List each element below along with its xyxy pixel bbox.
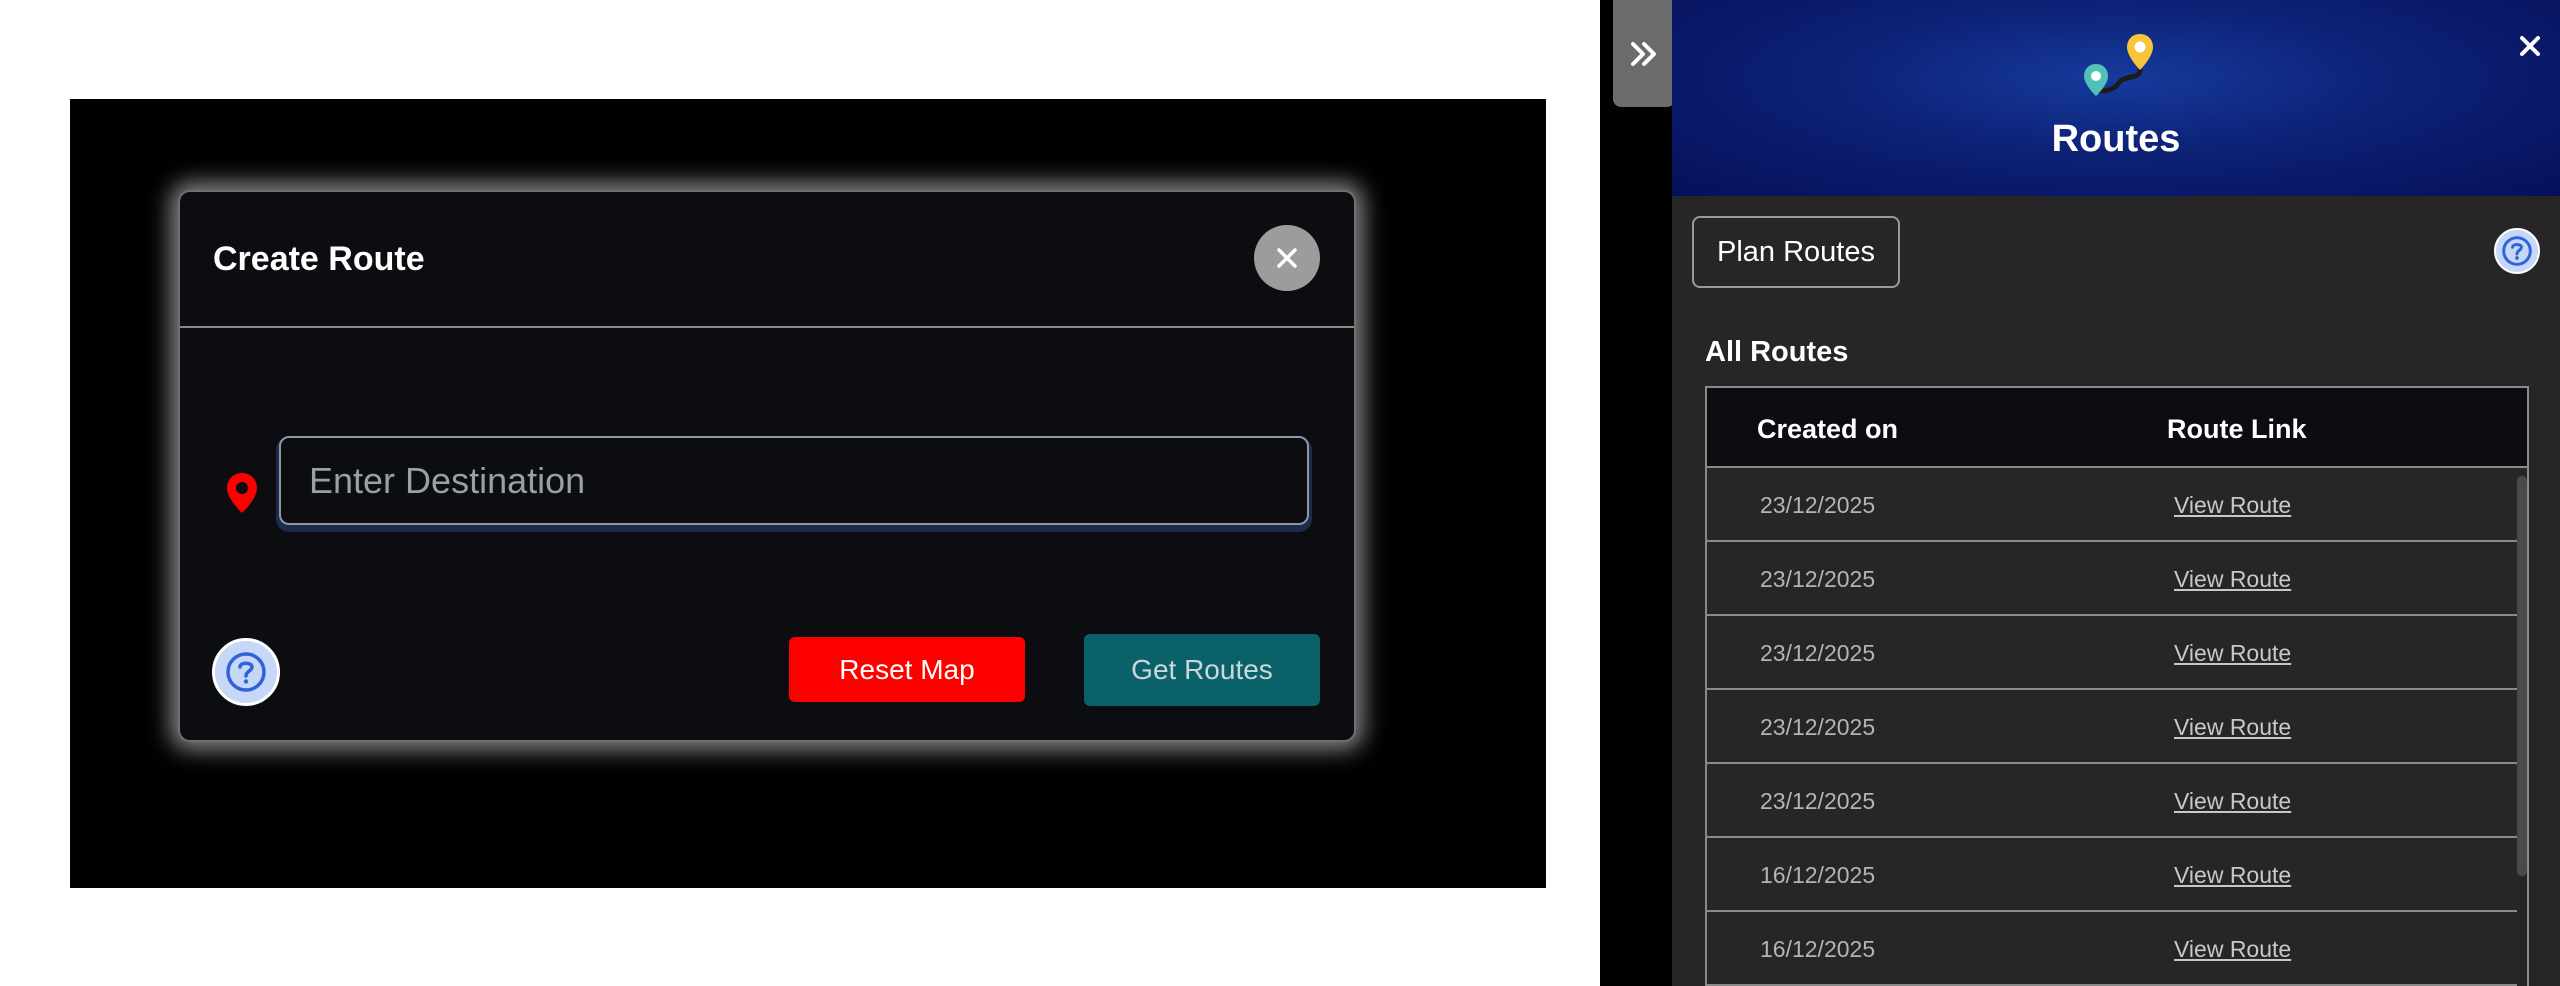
created-on-cell: 23/12/2025 <box>1760 640 1876 666</box>
table-row: 16/12/2025 View Route <box>1707 838 2517 912</box>
routes-panel: Routes Plan Routes All Routes Created on… <box>1672 0 2560 986</box>
modal-close-button[interactable] <box>1254 225 1320 291</box>
table-body: 23/12/2025 View Route 23/12/2025 View Ro… <box>1707 468 2517 986</box>
close-icon <box>2520 36 2540 56</box>
plan-routes-button[interactable]: Plan Routes <box>1692 216 1900 288</box>
created-on-cell: 16/12/2025 <box>1760 936 1876 962</box>
view-route-link[interactable]: View Route <box>2174 492 2291 519</box>
get-routes-button[interactable]: Get Routes <box>1084 634 1320 706</box>
all-routes-heading: All Routes <box>1705 336 1849 368</box>
panel-header: Routes <box>1672 0 2560 196</box>
view-route-link[interactable]: View Route <box>2174 862 2291 889</box>
modal-help-button[interactable] <box>212 638 280 706</box>
panel-toggle-button[interactable] <box>1613 0 1675 107</box>
created-on-cell: 16/12/2025 <box>1760 862 1876 888</box>
close-icon <box>1277 248 1297 268</box>
map-canvas[interactable]: Create Route Reset Map <box>70 99 1546 888</box>
table-row: 23/12/2025 View Route <box>1707 616 2517 690</box>
column-header-route-link: Route Link <box>2167 414 2307 444</box>
table-row: 23/12/2025 View Route <box>1707 690 2517 764</box>
created-on-cell: 23/12/2025 <box>1760 788 1876 814</box>
panel-close-button[interactable] <box>2510 26 2550 66</box>
reset-map-button[interactable]: Reset Map <box>789 637 1025 702</box>
view-route-link[interactable]: View Route <box>2174 566 2291 593</box>
table-header: Created on Route Link <box>1707 388 2527 468</box>
created-on-cell: 23/12/2025 <box>1760 714 1876 740</box>
route-map-pins-icon <box>2084 34 2153 96</box>
table-row: 23/12/2025 View Route <box>1707 468 2517 542</box>
view-route-link[interactable]: View Route <box>2174 714 2291 741</box>
table-row: 23/12/2025 View Route <box>1707 542 2517 616</box>
created-on-cell: 23/12/2025 <box>1760 492 1876 518</box>
view-route-link[interactable]: View Route <box>2174 788 2291 815</box>
location-pin-icon <box>227 473 257 513</box>
destination-input[interactable] <box>279 436 1309 525</box>
modal-title: Create Route <box>213 240 425 278</box>
modal-header: Create Route <box>180 192 1354 328</box>
view-route-link[interactable]: View Route <box>2174 640 2291 667</box>
question-circle-icon <box>2502 236 2532 266</box>
question-circle-icon <box>226 652 266 692</box>
table-row: 23/12/2025 View Route <box>1707 764 2517 838</box>
screen: Create Route Reset Map <box>0 0 2560 986</box>
create-route-modal: Create Route Reset Map <box>178 190 1356 742</box>
table-row: 16/12/2025 View Route <box>1707 912 2517 986</box>
double-chevron-right-icon <box>1631 41 1656 66</box>
created-on-cell: 23/12/2025 <box>1760 566 1876 592</box>
column-header-created-on: Created on <box>1757 414 1899 444</box>
view-route-link[interactable]: View Route <box>2174 936 2291 963</box>
panel-title: Routes <box>2051 118 2181 160</box>
panel-help-button[interactable] <box>2494 228 2540 274</box>
panel-gutter <box>1600 0 1672 986</box>
routes-table: Created on Route Link 23/12/2025 View Ro… <box>1705 386 2529 986</box>
table-scrollbar[interactable] <box>2517 476 2527 876</box>
